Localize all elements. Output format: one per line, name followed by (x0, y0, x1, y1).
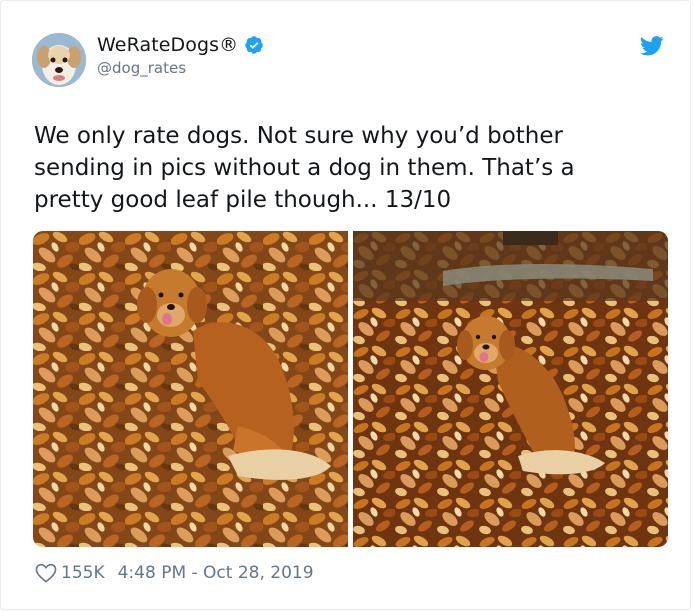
dog-avatar-icon (32, 33, 86, 87)
tweet-card: WeRateDogs® @dog_rates We only rate dogs… (0, 0, 691, 610)
tweet-text: We only rate dogs. Not sure why you’d bo… (34, 120, 654, 216)
avatar[interactable] (32, 33, 86, 87)
tweet-photo-2[interactable] (353, 231, 668, 547)
dog-in-leaves-photo (33, 231, 348, 547)
heart-icon[interactable] (35, 563, 57, 583)
author-handle[interactable]: @dog_rates (97, 59, 186, 77)
like-count[interactable]: 155K (61, 563, 105, 583)
tweet-text-line: sending in pics without a dog in them. T… (34, 155, 575, 181)
dog-in-leaves-photo (353, 231, 668, 547)
tweet-text-line: We only rate dogs. Not sure why you’d bo… (34, 123, 563, 149)
tweet-text-line: pretty good leaf pile though... 13/10 (34, 187, 452, 213)
tweet-timestamp[interactable]: 4:48 PM - Oct 28, 2019 (118, 563, 314, 583)
twitter-bird-icon[interactable] (640, 35, 664, 57)
tweet-footer: 155K 4:48 PM - Oct 28, 2019 (35, 563, 314, 583)
display-name[interactable]: WeRateDogs® (97, 34, 238, 56)
verified-badge-icon (245, 36, 263, 54)
tweet-photo-1[interactable] (33, 231, 348, 547)
author-name-row[interactable]: WeRateDogs® (97, 34, 264, 56)
